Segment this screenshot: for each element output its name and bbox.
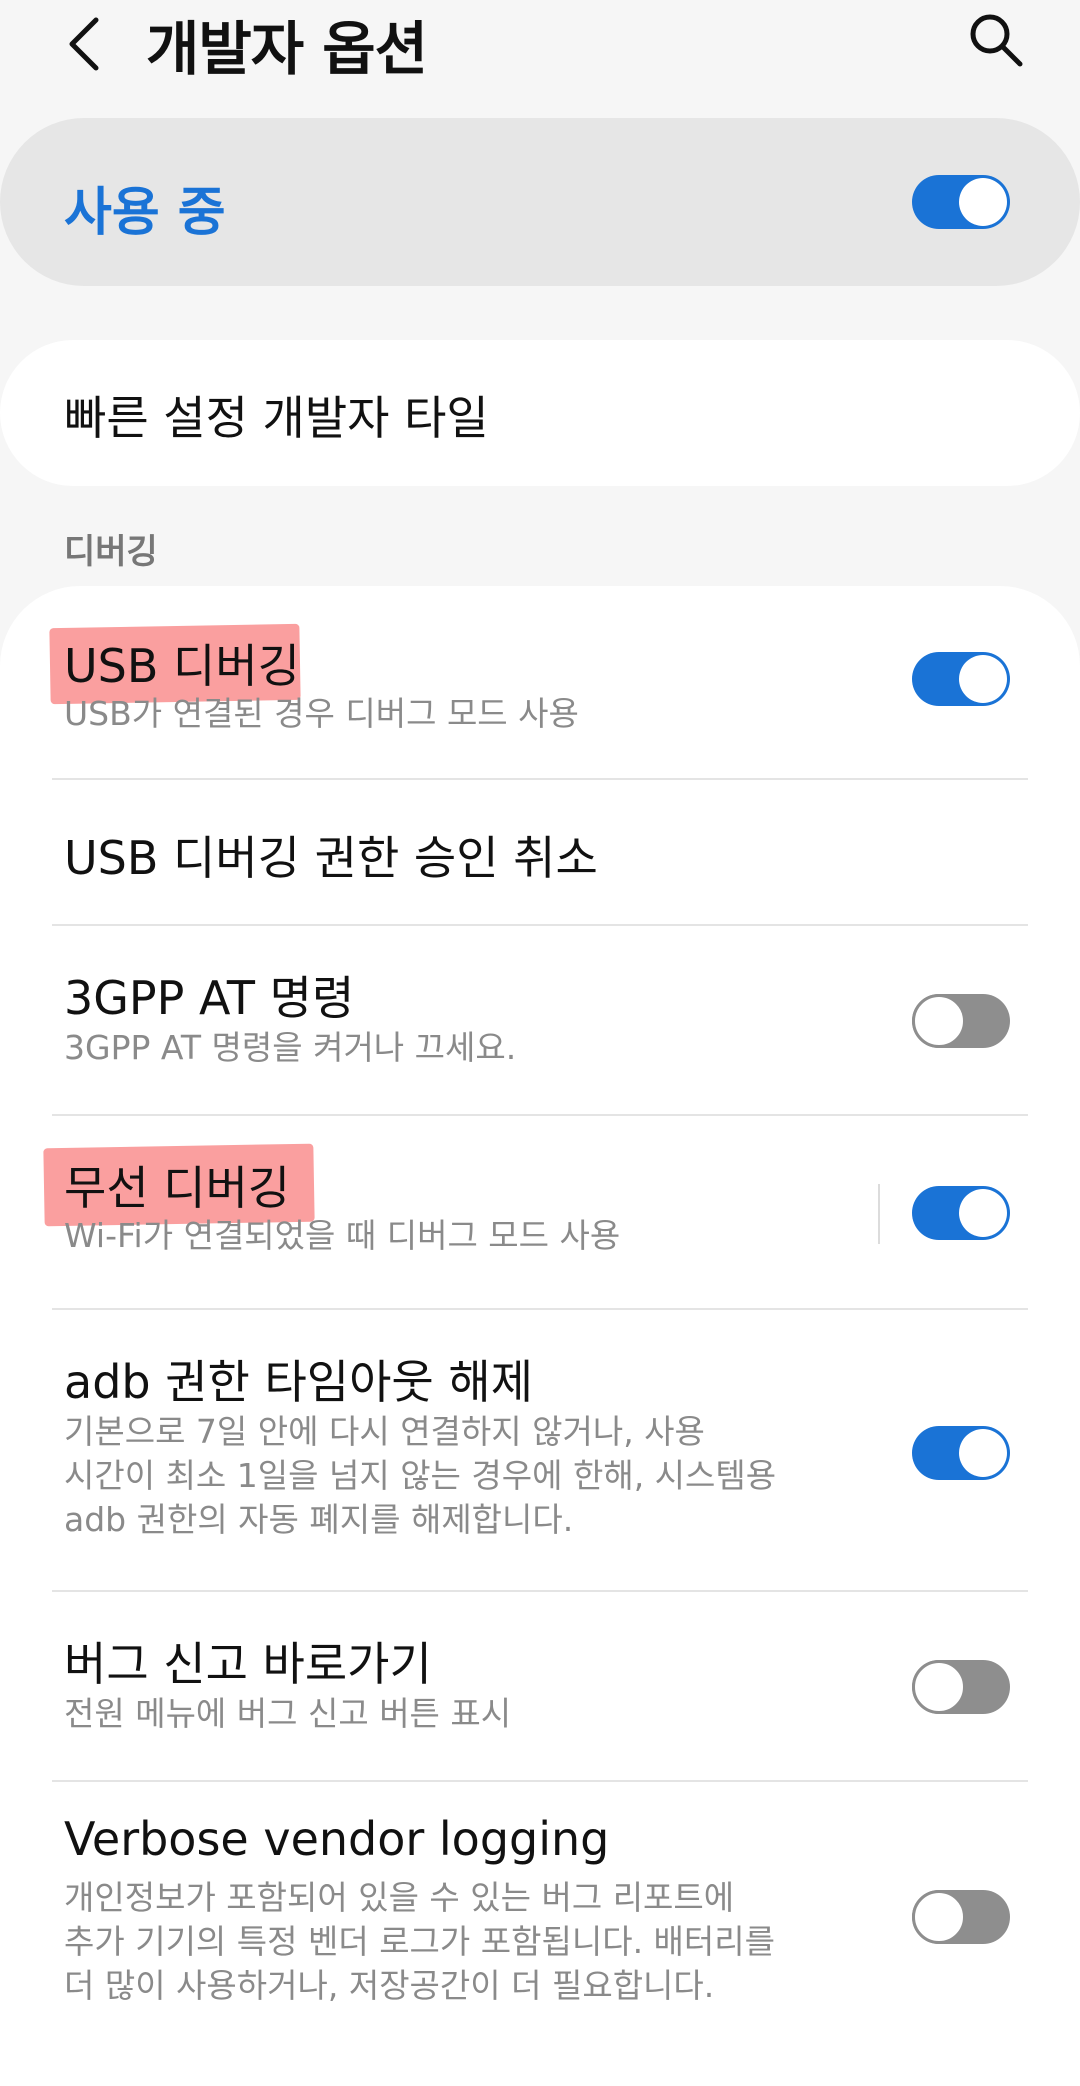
setting-subtitle: Wi-Fi가 연결되었을 때 디버그 모드 사용 [64, 1216, 621, 1255]
page-title: 개발자 옵션 [146, 15, 428, 83]
setting-title: Verbose vendor logging [64, 1812, 610, 1866]
setting-bug-report-shortcut[interactable]: 버그 신고 바로가기 전원 메뉴에 버그 신고 버튼 표시 [0, 1592, 1080, 1780]
setting-adb-authorization-timeout[interactable]: adb 권한 타임아웃 해제 기본으로 7일 안에 다시 연결하지 않거나, 사… [0, 1310, 1080, 1590]
toggle-knob [959, 178, 1007, 226]
developer-options-master-switch[interactable]: 사용 중 [0, 118, 1080, 286]
setting-title: adb 권한 타임아웃 해제 [64, 1355, 534, 1409]
setting-subtitle: 3GPP AT 명령을 켜거나 끄세요. [64, 1028, 517, 1067]
vertical-separator [878, 1184, 880, 1244]
setting-title: 무선 디버깅 [64, 1161, 291, 1215]
section-header-debugging: 디버깅 [64, 532, 158, 572]
setting-verbose-vendor-logging[interactable]: Verbose vendor logging 개인정보가 포함되어 있을 수 있… [0, 1782, 1080, 2042]
adb-timeout-toggle[interactable] [912, 1426, 1010, 1480]
setting-subtitle-line: 더 많이 사용하거나, 저장공간이 더 필요합니다. [64, 1966, 715, 2005]
setting-wireless-debugging[interactable]: 무선 디버깅 Wi-Fi가 연결되었을 때 디버그 모드 사용 [0, 1116, 1080, 1308]
setting-subtitle-line: 개인정보가 포함되어 있을 수 있는 버그 리포트에 [64, 1878, 735, 1917]
setting-title: USB 디버깅 권한 승인 취소 [64, 831, 598, 885]
chevron-left-icon[interactable] [58, 6, 118, 86]
toggle-knob [959, 655, 1007, 703]
top-app-bar: 개발자 옵션 [0, 0, 1080, 100]
debugging-settings-card: USB 디버깅 USB가 연결된 경우 디버그 모드 사용 USB 디버깅 권한… [0, 586, 1080, 2086]
toggle-knob [912, 994, 966, 1048]
setting-title: 3GPP AT 명령 [64, 971, 355, 1025]
master-toggle[interactable] [912, 175, 1010, 229]
setting-subtitle-line: 시간이 최소 1일을 넘지 않는 경우에 한해, 시스템용 [64, 1456, 777, 1495]
toggle-knob [959, 1429, 1007, 1477]
quick-settings-developer-tiles[interactable]: 빠른 설정 개발자 타일 [0, 340, 1080, 486]
setting-subtitle-line: 추가 기기의 특정 벤더 로그가 포함됩니다. 배터리를 [64, 1922, 775, 1961]
toggle-knob [912, 1660, 966, 1714]
setting-title: 버그 신고 바로가기 [64, 1637, 432, 1691]
verbose-logging-toggle[interactable] [912, 1890, 1010, 1944]
toggle-knob [959, 1189, 1007, 1237]
search-icon[interactable] [964, 8, 1028, 72]
master-switch-label: 사용 중 [64, 183, 226, 243]
bug-report-toggle[interactable] [912, 1660, 1010, 1714]
setting-subtitle: USB가 연결된 경우 디버그 모드 사용 [64, 694, 579, 733]
3gpp-at-toggle[interactable] [912, 994, 1010, 1048]
setting-title: USB 디버깅 [64, 639, 301, 693]
usb-debugging-toggle[interactable] [912, 652, 1010, 706]
setting-usb-debugging[interactable]: USB 디버깅 USB가 연결된 경우 디버그 모드 사용 [0, 586, 1080, 778]
setting-revoke-usb-authorizations[interactable]: USB 디버깅 권한 승인 취소 [0, 780, 1080, 924]
toggle-knob [912, 1890, 966, 1944]
setting-subtitle: 전원 메뉴에 버그 신고 버튼 표시 [64, 1694, 512, 1733]
wireless-debugging-toggle[interactable] [912, 1186, 1010, 1240]
quick-settings-label: 빠른 설정 개발자 타일 [64, 391, 489, 445]
setting-subtitle-line: adb 권한의 자동 폐지를 해제합니다. [64, 1500, 574, 1539]
setting-subtitle-line: 기본으로 7일 안에 다시 연결하지 않거나, 사용 [64, 1412, 705, 1451]
setting-3gpp-at-command[interactable]: 3GPP AT 명령 3GPP AT 명령을 켜거나 끄세요. [0, 926, 1080, 1114]
